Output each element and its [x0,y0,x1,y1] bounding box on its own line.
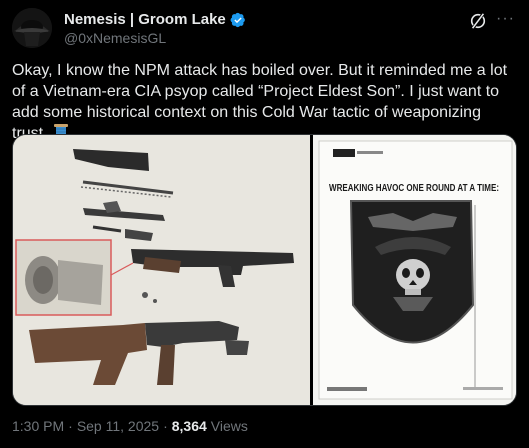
views-count[interactable]: 8,364 [172,418,207,434]
patch-headline: WREAKING HAVOC ONE ROUND AT A TIME: [329,182,499,194]
tweet-text: Okay, I know the NPM attack has boiled o… [12,60,520,144]
rifle-photo[interactable] [13,135,310,405]
tweet-meta: 1:30 PM · Sep 11, 2025 · 8,364 Views [12,418,248,434]
tweet-time[interactable]: 1:30 PM [12,418,64,434]
tweet-date[interactable]: Sep 11, 2025 [77,418,159,434]
tweet-body: Okay, I know the NPM attack has boiled o… [12,62,508,142]
avatar[interactable] [12,8,52,48]
avatar-image [12,8,52,48]
patch-document-photo[interactable]: WREAKING HAVOC ONE ROUND AT A TIME: [313,135,516,405]
views-label: Views [210,418,248,434]
display-name[interactable]: Nemesis | Groom Lake [64,11,226,28]
tweet-header: Nemesis | Groom Lake @0xNemesisGL ··· [12,8,517,48]
name-row: Nemesis | Groom Lake [64,11,246,28]
eldest-son-patch-image: WREAKING HAVOC ONE ROUND AT A TIME: [313,135,516,405]
handle[interactable]: @0xNemesisGL [64,30,166,46]
verified-badge-icon [230,12,245,27]
meta-separator: · [68,418,73,434]
disassembled-rifle-image [13,135,310,405]
media-grid: WREAKING HAVOC ONE ROUND AT A TIME: [12,134,517,406]
meta-separator: · [163,418,168,434]
grok-icon[interactable] [469,12,487,30]
more-icon[interactable]: ··· [496,10,515,28]
